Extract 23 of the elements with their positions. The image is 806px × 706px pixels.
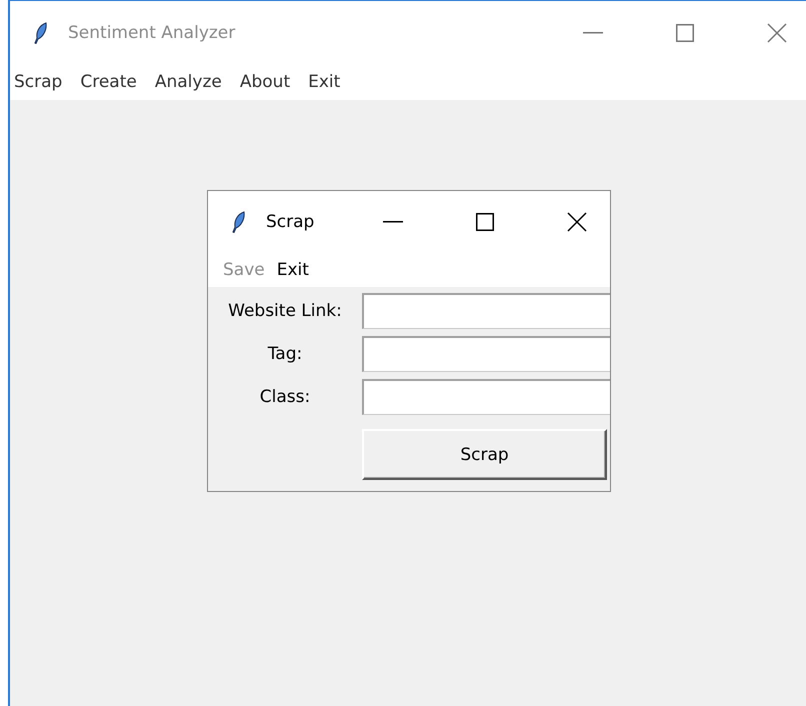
maximize-icon: [476, 213, 494, 231]
menu-item[interactable]: About: [238, 72, 302, 92]
feather-icon: [34, 22, 48, 44]
menu-item[interactable]: Scrap: [12, 72, 74, 92]
feather-icon: [232, 211, 246, 233]
close-icon: [767, 22, 787, 42]
scrap-button[interactable]: Scrap: [362, 429, 607, 480]
input-field[interactable]: [362, 293, 610, 329]
input-field[interactable]: [362, 379, 610, 415]
field-label: Tag:: [268, 344, 302, 364]
menu-item[interactable]: Create: [78, 72, 149, 92]
menu-item[interactable]: Analyze: [152, 72, 234, 92]
input-field[interactable]: [362, 336, 610, 372]
minimize-icon: [583, 32, 603, 34]
menu-item[interactable]: Exit: [272, 260, 317, 280]
maximize-icon: [676, 24, 694, 42]
minimize-icon: [383, 221, 403, 223]
dialog-title: Scrap: [266, 212, 314, 232]
window-title: Sentiment Analyzer: [68, 22, 236, 42]
field-label: Class:: [260, 387, 310, 407]
field-label: Website Link:: [228, 301, 342, 321]
menu-item[interactable]: Exit: [306, 72, 352, 92]
close-icon: [567, 212, 587, 232]
